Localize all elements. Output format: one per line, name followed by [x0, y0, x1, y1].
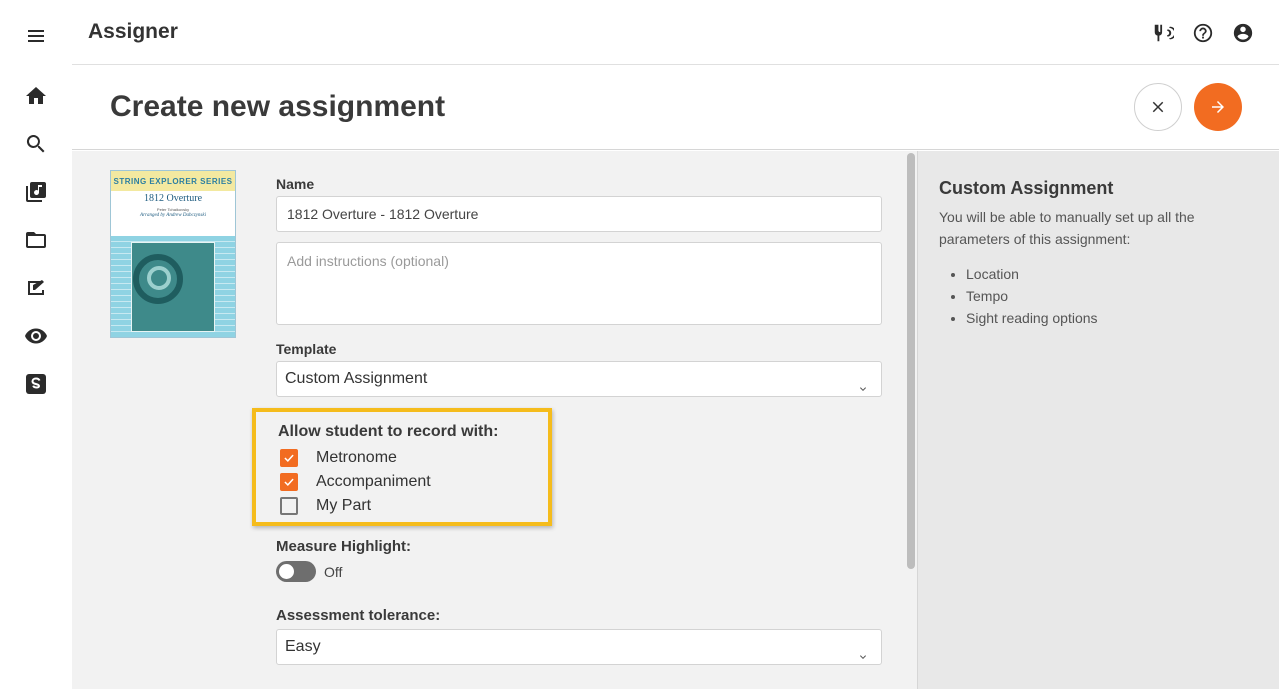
- info-description: You will be able to manually set up all …: [939, 209, 1195, 247]
- folder-icon[interactable]: [22, 226, 50, 254]
- cover-piece-title: 1812 Overture: [143, 193, 203, 204]
- list-item: Location: [966, 263, 1098, 285]
- metronome-label: Metronome: [316, 449, 397, 466]
- top-bar-icons: [1151, 21, 1255, 45]
- my-part-label: My Part: [316, 497, 372, 514]
- accompaniment-label: Accompaniment: [316, 473, 431, 490]
- arrow-right-icon: [1212, 101, 1224, 113]
- menu-icon[interactable]: [22, 22, 50, 50]
- tolerance-value: Easy: [285, 638, 321, 655]
- eye-icon[interactable]: [22, 322, 50, 350]
- next-button[interactable]: [1194, 83, 1242, 131]
- cover-series: STRING EXPLORER SERIES: [111, 171, 235, 191]
- name-label: Name: [276, 176, 315, 192]
- assessment-tolerance-select[interactable]: Easy: [276, 629, 882, 665]
- my-part-option[interactable]: My Part: [280, 497, 371, 515]
- search-icon[interactable]: [22, 130, 50, 158]
- tuner-icon[interactable]: [1151, 21, 1175, 45]
- cover-composer: Peter Tchaikovsky: [156, 207, 190, 212]
- form-scrollbar[interactable]: [905, 151, 917, 689]
- chevron-down-icon: [857, 374, 869, 391]
- info-title: Custom Assignment: [939, 178, 1114, 198]
- list-item: Tempo: [966, 285, 1098, 307]
- record-options-group: Allow student to record with: Metronome …: [252, 408, 552, 526]
- app-title: Assigner: [88, 20, 178, 43]
- help-icon[interactable]: [1191, 21, 1215, 45]
- cover-artwork: [111, 236, 235, 337]
- assignment-icon[interactable]: [22, 274, 50, 302]
- template-info-panel: Custom Assignment You will be able to ma…: [917, 151, 1279, 689]
- template-select[interactable]: Custom Assignment: [276, 361, 882, 397]
- measure-highlight-label: Measure Highlight:: [276, 538, 412, 555]
- close-icon: [1152, 101, 1164, 113]
- accompaniment-checkbox[interactable]: [280, 473, 298, 491]
- account-icon[interactable]: [1231, 21, 1255, 45]
- assignment-form: STRING EXPLORER SERIES 1812 Overture Pet…: [72, 151, 917, 689]
- cover-arranger: Arranged by Andrew Dabczynski: [140, 213, 206, 218]
- accompaniment-option[interactable]: Accompaniment: [280, 473, 431, 491]
- score-cover-image: STRING EXPLORER SERIES 1812 Overture Pet…: [110, 170, 236, 338]
- assessment-tolerance-label: Assessment tolerance:: [276, 607, 441, 624]
- measure-highlight-toggle[interactable]: [276, 561, 316, 582]
- list-item: Sight reading options: [966, 307, 1098, 329]
- home-icon[interactable]: [22, 82, 50, 110]
- my-part-checkbox[interactable]: [280, 497, 298, 515]
- page-header: Create new assignment: [72, 65, 1279, 150]
- page-title: Create new assignment: [110, 90, 446, 123]
- left-rail: [0, 0, 72, 689]
- name-input[interactable]: 1812 Overture - 1812 Overture: [276, 196, 882, 232]
- metronome-option[interactable]: Metronome: [280, 449, 397, 467]
- chevron-down-icon: [857, 642, 869, 659]
- measure-highlight-state: Off: [324, 564, 343, 580]
- info-list: Location Tempo Sight reading options: [966, 263, 1098, 329]
- record-options-title: Allow student to record with:: [278, 423, 499, 440]
- metronome-checkbox[interactable]: [280, 449, 298, 467]
- music-library-icon[interactable]: [22, 178, 50, 206]
- app-root: Assigner Create new assignment STRING EX…: [0, 0, 1279, 689]
- template-label: Template: [276, 341, 337, 357]
- s-logo-icon[interactable]: [22, 370, 50, 398]
- top-bar: Assigner: [72, 0, 1279, 65]
- template-value: Custom Assignment: [285, 370, 428, 387]
- instructions-input[interactable]: Add instructions (optional): [276, 242, 882, 325]
- close-button[interactable]: [1134, 83, 1182, 131]
